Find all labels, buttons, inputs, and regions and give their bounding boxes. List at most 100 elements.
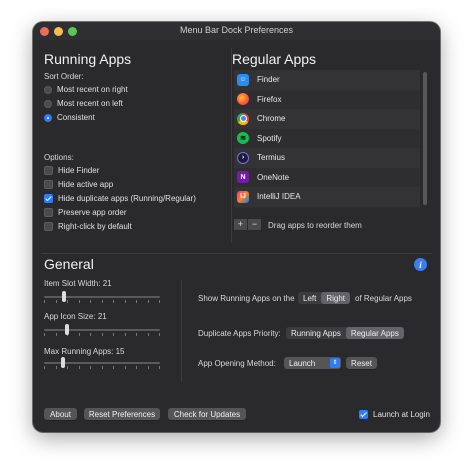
radio-label: Most recent on right (57, 85, 128, 94)
option-preserve-order[interactable]: Preserve app order (44, 208, 126, 217)
slot-width-text: Item Slot Width: (44, 279, 101, 288)
checkbox-label: Hide duplicate apps (Running/Regular) (58, 194, 196, 203)
checkbox[interactable] (44, 180, 53, 189)
list-item[interactable]: Chrome (234, 109, 420, 129)
onenote-icon: N (237, 171, 249, 184)
segment-running-apps[interactable]: Running Apps (286, 327, 346, 339)
checkbox[interactable] (44, 208, 53, 217)
list-item[interactable]: Firefox (234, 90, 420, 110)
title-bar: Menu Bar Dock Preferences (33, 22, 440, 40)
icon-size-value: 21 (97, 312, 107, 321)
segment-right-selected[interactable]: Right (321, 292, 351, 304)
sort-option-recent-left[interactable]: Most recent on left (44, 99, 123, 108)
about-button[interactable]: About (44, 408, 77, 420)
show-running-suffix: of Regular Apps (355, 294, 412, 303)
slider-track (44, 329, 160, 331)
icon-size-label: App Icon Size: 21 (44, 312, 107, 321)
app-name: Chrome (257, 114, 286, 124)
checkbox-label: Right-click by default (58, 222, 132, 231)
options-label: Options: (44, 153, 74, 162)
option-hide-active-app[interactable]: Hide active app (44, 180, 113, 189)
max-running-value: 15 (115, 347, 125, 356)
chevron-updown-icon: ⇕ (330, 358, 340, 368)
opening-method-label: App Opening Method: (198, 359, 276, 368)
remove-app-button[interactable]: − (248, 219, 262, 230)
checkbox-label: Preserve app order (58, 208, 127, 217)
general-title: General (44, 256, 94, 272)
general-divider (181, 280, 182, 382)
checkbox-checked[interactable] (359, 410, 368, 419)
app-name: Firefox (257, 94, 282, 104)
drag-hint: Drag apps to reorder them (268, 221, 362, 230)
sort-option-recent-right[interactable]: Most recent on right (44, 85, 128, 94)
max-running-slider[interactable] (44, 356, 160, 370)
window-title: Menu Bar Dock Preferences (179, 25, 294, 35)
slot-width-slider[interactable] (44, 290, 160, 304)
running-apps-title: Running Apps (44, 51, 132, 67)
app-name: OneNote (257, 172, 290, 182)
opening-method-select[interactable]: Launch ⇕ (284, 357, 341, 369)
app-name: IntelliJ IDEA (257, 192, 301, 202)
radio-button[interactable] (44, 99, 52, 108)
check-for-updates-button[interactable]: Check for Updates (168, 408, 246, 420)
slot-width-label: Item Slot Width: 21 (44, 279, 112, 288)
spotify-icon: ≋ (237, 132, 249, 145)
radio-label: Most recent on left (57, 99, 123, 108)
firefox-icon (237, 93, 249, 106)
add-app-button[interactable]: + (234, 219, 248, 230)
list-item[interactable]: ☺ Finder (234, 70, 420, 90)
slider-knob[interactable] (60, 357, 65, 368)
max-running-text: Max Running Apps: (44, 347, 114, 356)
checkbox-checked[interactable] (44, 194, 53, 203)
show-running-segmented: Left Right (298, 292, 351, 304)
list-item[interactable]: N OneNote (234, 168, 420, 188)
checkbox-label: Launch at Login (373, 410, 430, 419)
option-hide-finder[interactable]: Hide Finder (44, 166, 99, 175)
checkbox-label: Hide active app (58, 180, 114, 189)
duplicate-priority-segmented: Running Apps Regular Apps (286, 327, 404, 339)
slider-ticks (44, 333, 160, 336)
list-scrollbar[interactable] (423, 72, 427, 205)
finder-icon: ☺ (237, 73, 249, 86)
app-name: Spotify (257, 133, 282, 143)
regular-apps-list[interactable]: ☺ Finder Firefox Chrome ≋ Spotify › Term… (234, 70, 420, 208)
sort-option-consistent[interactable]: Consistent (44, 113, 95, 122)
reset-preferences-button[interactable]: Reset Preferences (84, 408, 160, 420)
radio-button-selected[interactable] (44, 113, 52, 122)
show-running-label: Show Running Apps on the (198, 294, 295, 303)
launch-at-login-option[interactable]: Launch at Login (359, 410, 430, 419)
checkbox-label: Hide Finder (58, 166, 100, 175)
select-value: Launch (289, 358, 316, 368)
option-hide-duplicate-apps[interactable]: Hide duplicate apps (Running/Regular) (44, 194, 196, 203)
info-icon[interactable]: i (414, 258, 427, 271)
checkbox[interactable] (44, 166, 53, 175)
column-divider (231, 48, 232, 243)
reset-opening-method-button[interactable]: Reset (346, 357, 377, 369)
icon-size-slider[interactable] (44, 323, 160, 337)
radio-button[interactable] (44, 85, 52, 94)
duplicate-priority-label: Duplicate Apps Priority: (198, 329, 281, 338)
list-item[interactable]: ≋ Spotify (234, 129, 420, 149)
slider-knob[interactable] (65, 324, 70, 335)
app-name: Termius (257, 153, 286, 163)
intellij-icon: IJ (237, 190, 249, 203)
segment-regular-apps-selected[interactable]: Regular Apps (345, 327, 404, 339)
list-item[interactable]: IJ IntelliJ IDEA (234, 187, 420, 207)
app-name: Finder (257, 75, 280, 85)
chrome-icon (237, 112, 249, 125)
add-remove-control: + − (234, 219, 262, 230)
icon-size-text: App Icon Size: (44, 312, 96, 321)
regular-apps-title: Regular Apps (232, 51, 317, 67)
segment-left[interactable]: Left (298, 292, 321, 304)
termius-icon: › (237, 151, 249, 164)
section-divider (41, 253, 432, 254)
list-item[interactable]: › Termius (234, 148, 420, 168)
radio-label: Consistent (57, 113, 95, 122)
preferences-window: Menu Bar Dock Preferences Running Apps S… (33, 22, 440, 432)
max-running-label: Max Running Apps: 15 (44, 347, 125, 356)
slider-knob[interactable] (61, 291, 66, 302)
option-right-click-default[interactable]: Right-click by default (44, 222, 132, 231)
sort-order-label: Sort Order: (44, 72, 84, 81)
slot-width-value: 21 (102, 279, 112, 288)
checkbox[interactable] (44, 222, 53, 231)
